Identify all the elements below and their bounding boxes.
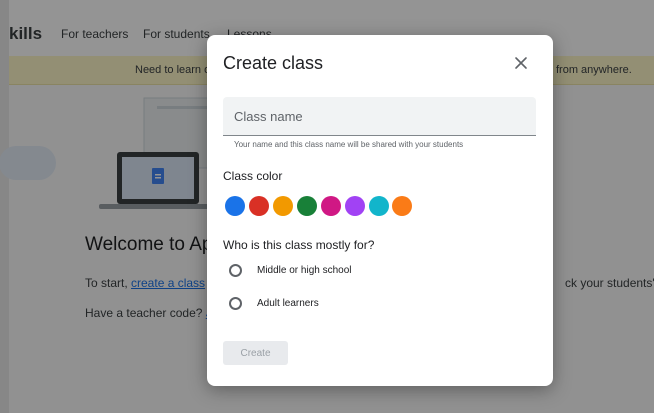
radio-circle-icon[interactable] xyxy=(229,263,242,277)
radio-label: Middle or high school xyxy=(257,264,352,276)
class-color-label: Class color xyxy=(223,169,283,183)
radio-circle-icon[interactable] xyxy=(229,296,242,310)
color-swatch-orange[interactable] xyxy=(273,196,293,216)
create-class-dialog: Create class Your name and this class na… xyxy=(207,35,553,386)
color-swatch-pink[interactable] xyxy=(321,196,341,216)
color-swatch-deep-orange[interactable] xyxy=(392,196,412,216)
color-swatch-cyan[interactable] xyxy=(369,196,389,216)
create-button[interactable]: Create xyxy=(223,341,288,365)
color-swatch-purple[interactable] xyxy=(345,196,365,216)
radio-middle-high-school[interactable]: Middle or high school xyxy=(229,260,352,280)
radio-label: Adult learners xyxy=(257,297,319,309)
color-swatch-blue[interactable] xyxy=(225,196,245,216)
close-button[interactable] xyxy=(507,49,535,77)
class-name-input[interactable] xyxy=(223,97,536,135)
close-icon xyxy=(515,57,527,69)
class-name-helper-text: Your name and this class name will be sh… xyxy=(234,140,464,149)
radio-adult-learners[interactable]: Adult learners xyxy=(229,293,319,313)
color-swatch-green[interactable] xyxy=(297,196,317,216)
dialog-title: Create class xyxy=(223,53,324,73)
audience-question: Who is this class mostly for? xyxy=(223,238,375,252)
class-name-field xyxy=(223,97,536,136)
color-swatch-red[interactable] xyxy=(249,196,269,216)
